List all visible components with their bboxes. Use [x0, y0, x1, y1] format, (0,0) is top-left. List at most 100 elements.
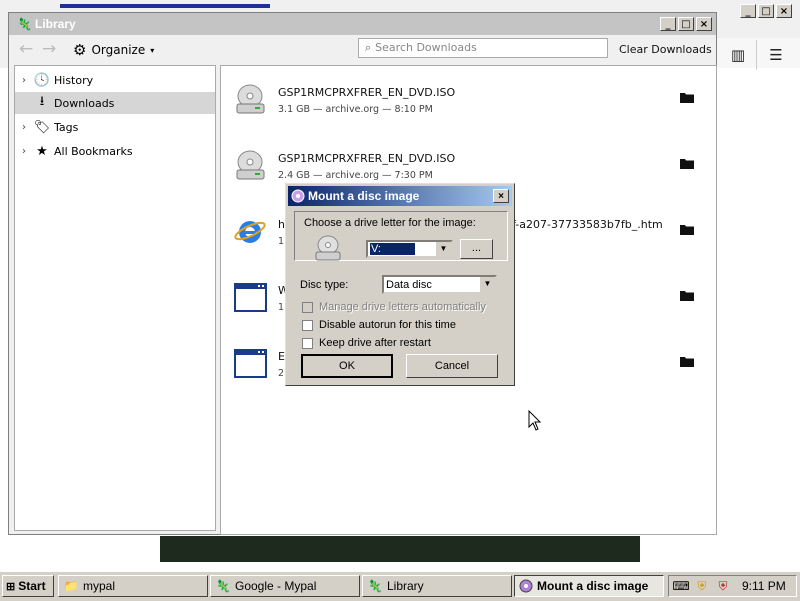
tag-icon: 🏷: [33, 119, 51, 135]
download-name-tail: f-a207-37733583b7fb_.htm: [512, 218, 663, 231]
download-meta: 1: [278, 236, 285, 247]
ok-button[interactable]: OK: [300, 353, 394, 379]
back-arrow-icon[interactable]: ←: [19, 39, 33, 59]
sidebar-toggle-icon[interactable]: ▥: [729, 46, 747, 64]
folder-icon: 📁: [63, 579, 79, 593]
folder-icon[interactable]: [680, 356, 694, 367]
taskbar-item-label: mypal: [83, 579, 116, 593]
start-label: Start: [18, 579, 46, 593]
hamburger-menu-icon[interactable]: ☰: [767, 46, 785, 64]
mouse-cursor-icon: [528, 410, 542, 431]
windows-logo-icon: ⊞: [6, 580, 16, 593]
checkbox-box[interactable]: [302, 337, 313, 349]
library-title-bar[interactable]: 🦎 Library _ □ ×: [9, 13, 716, 35]
keep-drive-checkbox[interactable]: Keep drive after restart: [302, 337, 431, 349]
expand-twisty-icon[interactable]: ›: [15, 122, 33, 133]
browse-button[interactable]: ...: [460, 239, 493, 259]
mypal-icon: 🦎: [367, 579, 383, 593]
expand-twisty-icon[interactable]: ›: [15, 146, 33, 157]
toolbar-divider: [756, 40, 757, 70]
internet-explorer-icon: [234, 221, 266, 243]
drive-letter-select[interactable]: V: ▼: [366, 240, 453, 258]
sidebar-item-history[interactable]: › 🕓 History: [15, 69, 215, 91]
choose-drive-label: Choose a drive letter for the image:: [304, 217, 476, 229]
sidebar-item-label: All Bookmarks: [54, 144, 133, 158]
search-placeholder: Search Downloads: [375, 41, 477, 54]
mypal-icon: 🦎: [17, 17, 32, 31]
clear-downloads-button[interactable]: Clear Downloads: [619, 43, 712, 56]
background-page-content: [160, 536, 640, 562]
taskbar: ⊞ Start 📁 mypal 🦎 Google - Mypal 🦎 Libra…: [0, 571, 800, 601]
sidebar-item-downloads[interactable]: ⭳ Downloads: [15, 92, 215, 114]
expand-twisty-icon[interactable]: ›: [15, 75, 33, 86]
download-item[interactable]: GSP1RMCPRXFRER_EN_DVD.ISO 3.1 GB — archi…: [221, 70, 716, 130]
keyboard-icon[interactable]: ⌨: [672, 579, 690, 593]
dropdown-arrow-icon[interactable]: ▼: [479, 277, 495, 292]
dropdown-arrow-icon: ▾: [150, 45, 155, 55]
search-downloads-input[interactable]: ⌕ Search Downloads: [358, 38, 608, 58]
library-window-controls: _ □ ×: [658, 17, 712, 31]
background-minimize-button[interactable]: _: [740, 4, 756, 18]
library-title: Library: [35, 17, 76, 31]
download-meta: 1: [278, 302, 285, 313]
clock-icon: 🕓: [33, 72, 51, 88]
clock[interactable]: 9:11 PM: [742, 579, 786, 593]
checkbox-box: [302, 301, 313, 313]
download-meta: 3.1 GB — archive.org — 8:10 PM: [278, 104, 433, 115]
library-maximize-button[interactable]: □: [678, 17, 694, 31]
sidebar-item-label: Tags: [54, 120, 79, 134]
disc-type-select[interactable]: Data disc ▼: [382, 275, 497, 294]
download-arrow-icon: ⭳: [39, 94, 45, 109]
star-icon: ★: [36, 143, 48, 159]
dialog-close-button[interactable]: ×: [493, 189, 509, 203]
sidebar-item-label: Downloads: [54, 96, 115, 110]
disc-drive-icon: [236, 150, 265, 180]
sidebar-item-all-bookmarks[interactable]: › ★ All Bookmarks: [15, 140, 215, 162]
folder-icon[interactable]: [680, 290, 694, 301]
background-maximize-button[interactable]: □: [758, 4, 774, 18]
checkbox-label: Manage drive letters automatically: [319, 301, 486, 313]
checkbox-label: Disable autorun for this time: [319, 319, 456, 331]
download-name: GSP1RMCPRXFRER_EN_DVD.ISO: [278, 86, 456, 99]
taskbar-item-google-mypal[interactable]: 🦎 Google - Mypal: [210, 575, 360, 597]
folder-icon[interactable]: [680, 158, 694, 169]
library-minimize-button[interactable]: _: [660, 17, 676, 31]
folder-icon[interactable]: [680, 92, 694, 103]
taskbar-item-library[interactable]: 🦎 Library: [362, 575, 512, 597]
gear-icon: ⚙: [73, 41, 87, 59]
taskbar-item-mypal-folder[interactable]: 📁 mypal: [58, 575, 208, 597]
disc-type-label: Disc type:: [300, 279, 349, 291]
disable-autorun-checkbox[interactable]: Disable autorun for this time: [302, 319, 456, 331]
taskbar-item-label: Mount a disc image: [537, 579, 649, 593]
download-name: E: [278, 350, 285, 363]
checkbox-box[interactable]: [302, 319, 313, 331]
drive-icon: [315, 235, 341, 261]
dialog-title-bar[interactable]: Mount a disc image ×: [288, 186, 512, 206]
background-close-button[interactable]: ×: [776, 4, 792, 18]
manage-drive-letters-checkbox: Manage drive letters automatically: [302, 301, 486, 313]
taskbar-item-label: Google - Mypal: [235, 579, 317, 593]
security-alert-icon[interactable]: ⛨: [714, 579, 732, 594]
organize-label: Organize: [91, 43, 146, 57]
checkbox-label: Keep drive after restart: [319, 337, 431, 349]
taskbar-item-label: Library: [387, 579, 424, 593]
forward-arrow-icon[interactable]: →: [42, 39, 56, 59]
folder-icon[interactable]: [680, 224, 694, 235]
disc-image-icon: [519, 579, 533, 593]
organize-button[interactable]: ⚙ Organize ▾: [73, 41, 154, 59]
download-meta: 2.4 GB — archive.org — 7:30 PM: [278, 170, 433, 181]
library-close-button[interactable]: ×: [696, 17, 712, 31]
download-name: h: [278, 218, 285, 231]
dropdown-arrow-icon[interactable]: ▼: [435, 242, 451, 256]
sidebar-item-tags[interactable]: › 🏷 Tags: [15, 116, 215, 138]
sidebar-item-label: History: [54, 73, 94, 87]
shield-icon[interactable]: ⛨: [693, 579, 711, 594]
window-icon: [234, 283, 267, 312]
start-button[interactable]: ⊞ Start: [2, 575, 54, 597]
dialog-title: Mount a disc image: [308, 189, 420, 203]
background-active-tab-indicator: [60, 4, 270, 8]
close-icon: ×: [493, 189, 509, 203]
cancel-button[interactable]: Cancel: [406, 354, 498, 378]
background-window-controls: _ □ ×: [738, 4, 792, 18]
taskbar-item-mount-disc-image[interactable]: Mount a disc image: [514, 575, 664, 597]
